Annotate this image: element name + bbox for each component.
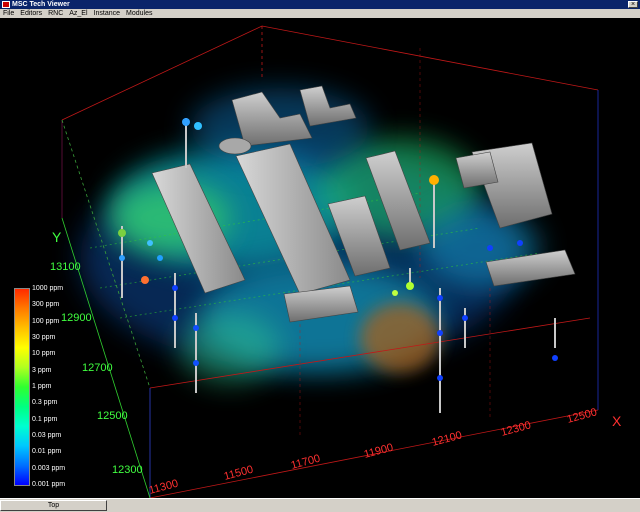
legend-label: 300 ppm xyxy=(32,301,60,309)
view-top-button[interactable]: Top xyxy=(0,500,107,511)
legend-labels: 1000 ppm 300 ppm 100 ppm 30 ppm 10 ppm 3… xyxy=(32,285,72,489)
legend-label: 0.3 ppm xyxy=(32,399,58,407)
legend-label: 0.001 ppm xyxy=(32,480,66,488)
legend-color-bar xyxy=(14,288,30,486)
building xyxy=(455,151,499,189)
legend-label: 1000 ppm xyxy=(32,285,64,292)
legend-label: 0.1 ppm xyxy=(32,415,58,423)
x-tick-label: 11700 xyxy=(290,453,322,472)
scene-svg: X Y 11300 11500 11700 11900 12100 12300 … xyxy=(50,25,622,498)
legend-label: 3 ppm xyxy=(32,366,52,374)
y-tick-label: 12700 xyxy=(82,362,113,374)
menu-modules[interactable]: Modules xyxy=(123,9,155,18)
app-logo-icon xyxy=(2,1,10,8)
status-bar: Top xyxy=(0,498,640,512)
y-tick-label: 13100 xyxy=(50,261,81,273)
menu-file[interactable]: File xyxy=(0,9,17,18)
window-title: MSC Tech Viewer xyxy=(12,1,70,8)
x-tick-label: 12300 xyxy=(500,419,533,439)
legend-label: 0.003 ppm xyxy=(32,464,66,472)
legend-label: 0.03 ppm xyxy=(32,431,62,439)
x-tick-label: 11500 xyxy=(223,464,255,483)
legend-label: 1 ppm xyxy=(32,382,52,390)
x-tick-label: 12100 xyxy=(431,429,464,449)
y-tick-label: 12300 xyxy=(112,464,143,476)
y-axis-title: Y xyxy=(52,229,62,245)
legend-label: 0.01 ppm xyxy=(32,448,62,456)
title-bar: MSC Tech Viewer × xyxy=(0,0,640,9)
legend-label: 10 ppm xyxy=(32,350,56,358)
menu-bar: File Editors RNC Az_El Instance Modules xyxy=(0,9,640,18)
menu-rnc[interactable]: RNC xyxy=(45,9,66,18)
storage-tank xyxy=(218,137,252,155)
x-tick-label: 11300 xyxy=(148,478,180,497)
app-window: MSC Tech Viewer × File Editors RNC Az_El… xyxy=(0,0,640,512)
menu-instance[interactable]: Instance xyxy=(91,9,123,18)
y-tick-label: 12500 xyxy=(97,410,128,422)
menu-editors[interactable]: Editors xyxy=(17,9,45,18)
menu-az-el[interactable]: Az_El xyxy=(66,9,90,18)
legend-label: 100 ppm xyxy=(32,317,60,325)
x-axis-title: X xyxy=(612,413,622,429)
3d-viewport[interactable]: X Y 11300 11500 11700 11900 12100 12300 … xyxy=(0,18,640,498)
x-tick-label: 12500 xyxy=(566,406,599,426)
legend-label: 30 ppm xyxy=(32,333,56,341)
x-axis-ticks: 11300 11500 11700 11900 12100 12300 1250… xyxy=(148,406,599,497)
concentration-legend: 1000 ppm 300 ppm 100 ppm 30 ppm 10 ppm 3… xyxy=(14,285,66,488)
close-button[interactable]: × xyxy=(628,1,638,8)
x-tick-label: 11900 xyxy=(363,442,395,461)
